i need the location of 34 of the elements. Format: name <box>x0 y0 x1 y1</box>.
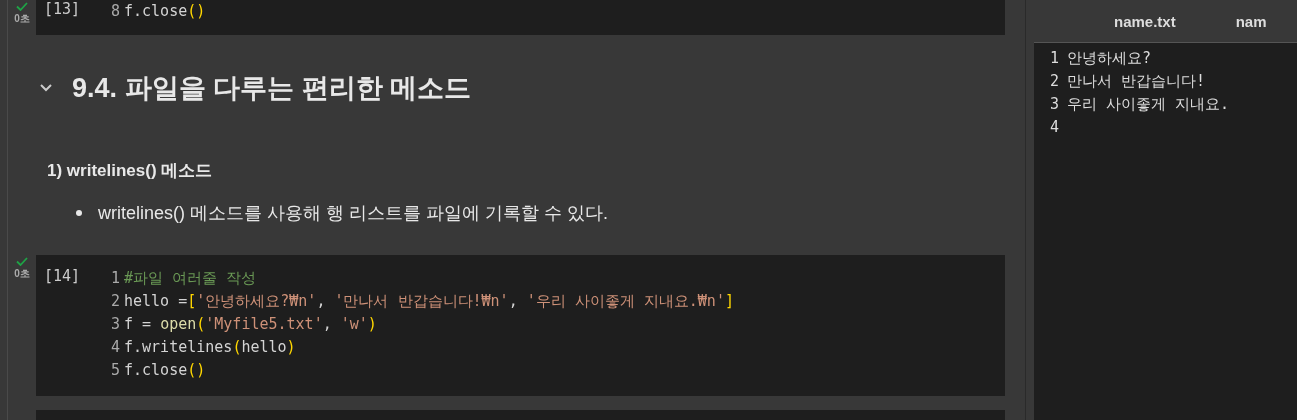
file-tab[interactable]: name.txt <box>1114 12 1176 30</box>
bullet-icon <box>76 210 82 216</box>
subheading: 1) writelines() 메소드 <box>47 160 214 182</box>
code-cell[interactable]: [14] 1 #파일 여러줄 작성 2 hello =['안녕하세요?₩n', '만나서 반갑습니다!₩n', '우리 사이좋게 지내요.₩n'] 3 f = open('Myfile5.txt', 'w') 4 f.writelines(hello) 5 f.close() <box>36 255 1005 396</box>
line-number: 1 <box>1050 48 1060 69</box>
code-line: f.close() <box>124 1 206 22</box>
line-number: 4 <box>109 337 120 358</box>
run-time: 0초 <box>14 267 30 281</box>
line-number: 1 <box>109 268 120 289</box>
line-number: 4 <box>1050 117 1060 138</box>
code-line: #파일 여러줄 작성 <box>124 268 257 289</box>
line-number: 5 <box>109 360 120 381</box>
line-number: 2 <box>109 291 120 312</box>
file-line: 만나서 반갑습니다! <box>1067 71 1206 92</box>
chevron-icon[interactable] <box>40 84 52 92</box>
execution-count: [13] <box>44 0 82 20</box>
bullet-text: writelines() 메소드를 사용해 행 리스트를 파일에 기록할 수 있다. <box>98 202 609 225</box>
code-line: hello =['안녕하세요?₩n', '만나서 반갑습니다!₩n', '우리 사이좋게 지내요.₩n'] <box>124 291 734 312</box>
execution-count: [14] <box>44 267 82 287</box>
file-tab[interactable]: nam <box>1235 12 1267 30</box>
file-line: 우리 사이좋게 지내요. <box>1067 94 1230 115</box>
line-number: 2 <box>1050 71 1060 92</box>
run-time: 0초 <box>14 12 30 26</box>
section-heading: 9.4. 파일을 다루는 편리한 메소드 <box>72 72 472 105</box>
check-icon <box>16 257 28 266</box>
code-cell[interactable]: [13] 8 f.close() <box>36 0 1005 35</box>
code-line: f = open('Myfile5.txt', 'w') <box>124 314 377 335</box>
line-number: 3 <box>109 314 120 335</box>
line-number: 3 <box>1050 94 1060 115</box>
file-line: 안녕하세요? <box>1067 48 1152 69</box>
code-line: f.close() <box>124 360 206 381</box>
check-icon <box>16 2 28 11</box>
code-line: f.writelines(hello) <box>124 337 296 358</box>
line-number: 8 <box>109 1 120 22</box>
